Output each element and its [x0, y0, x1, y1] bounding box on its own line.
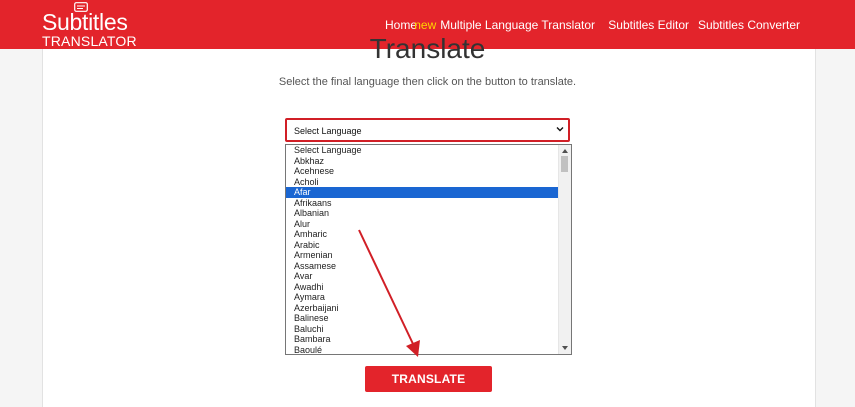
language-option[interactable]: Armenian	[286, 250, 560, 261]
language-dropdown-list[interactable]: Select Language Abkhaz Acehnese Acholi Afar A…	[285, 144, 572, 355]
chevron-down-icon	[556, 127, 564, 132]
language-option[interactable]: Afar	[286, 187, 560, 198]
language-option[interactable]: Avar	[286, 271, 560, 282]
language-option[interactable]: Aymara	[286, 292, 560, 303]
logo-title: Subtitles	[42, 9, 128, 35]
language-option[interactable]: Bambara	[286, 334, 560, 345]
language-option[interactable]: Acehnese	[286, 166, 560, 177]
language-option[interactable]: Balinese	[286, 313, 560, 324]
scroll-down-icon[interactable]	[561, 344, 569, 352]
language-option[interactable]: Afrikaans	[286, 198, 560, 209]
page-subtitle: Select the final language then click on …	[278, 76, 577, 88]
nav-home[interactable]: Home	[385, 17, 417, 33]
translate-button[interactable]: TRANSLATE	[365, 366, 492, 392]
language-option[interactable]: Acholi	[286, 177, 560, 188]
language-option[interactable]: Amharic	[286, 229, 560, 240]
language-option[interactable]: Abkhaz	[286, 156, 560, 167]
language-option[interactable]: Baoulé	[286, 345, 560, 355]
language-option[interactable]: Baluchi	[286, 324, 560, 335]
scroll-up-icon[interactable]	[561, 147, 569, 155]
dropdown-scrollbar[interactable]	[558, 145, 571, 354]
language-select-value: Select Language	[294, 126, 362, 136]
scrollbar-thumb[interactable]	[561, 156, 568, 172]
language-option[interactable]: Awadhi	[286, 282, 560, 293]
language-option[interactable]: Albanian	[286, 208, 560, 219]
language-option[interactable]: Arabic	[286, 240, 560, 251]
language-option[interactable]: Assamese	[286, 261, 560, 272]
nav-multi-label: Multiple Language Translator	[440, 18, 595, 32]
language-options: Select Language Abkhaz Acehnese Acholi Afar A…	[286, 145, 560, 355]
page-title: Translate	[369, 33, 486, 64]
language-option[interactable]: Select Language	[286, 145, 560, 156]
language-option[interactable]: Azerbaijani	[286, 303, 560, 314]
new-badge: new	[414, 18, 437, 32]
nav-subtitles-converter[interactable]: Subtitles Converter	[698, 17, 800, 33]
nav-multiple-language-translator[interactable]: new Multiple Language Translator	[414, 17, 595, 33]
language-select[interactable]: Select Language	[285, 118, 570, 142]
language-option[interactable]: Alur	[286, 219, 560, 230]
nav-subtitles-editor[interactable]: Subtitles Editor	[608, 17, 689, 33]
